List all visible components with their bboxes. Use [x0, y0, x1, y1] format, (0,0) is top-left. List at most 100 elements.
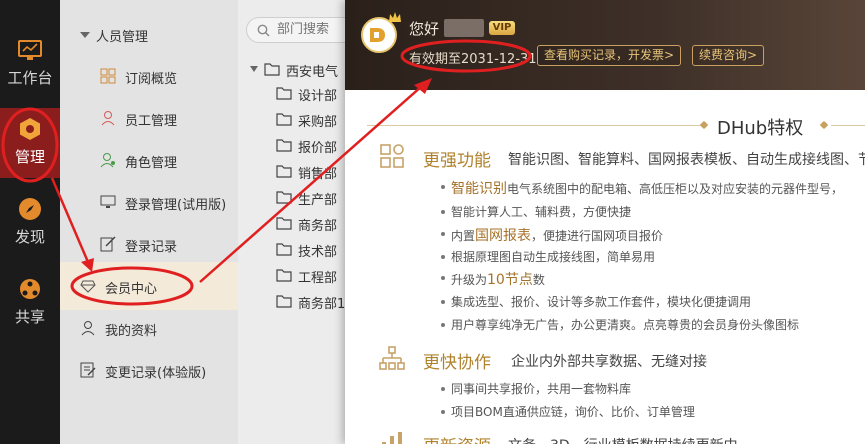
folder-icon [276, 139, 292, 152]
tree-node-label: 商务部 [298, 219, 338, 234]
grid-icon [100, 68, 116, 84]
management-submenu: 人员管理 订阅概览 员工管理 角色管理 登录管理(试用版) 登录记录 会员中心 … [60, 0, 238, 444]
nav-share-label: 共享 [14, 308, 45, 326]
bullet-text: 数 [532, 273, 545, 287]
menu-item-employees[interactable]: 员工管理 [100, 106, 230, 132]
user-icon [101, 111, 115, 126]
feature-bullet: 用户尊享纯净无广告，办公更清爽。点亮尊贵的会员身份头像图标 [440, 316, 800, 333]
section-description: 智能识图、智能算料、国网报表模板、自动生成接线图、节 [508, 152, 865, 168]
membership-expiry: 有效期至2031-12-31 [409, 52, 537, 67]
tree-node[interactable]: 工程部 [276, 266, 350, 286]
feature-bullet: 智能计算人工、辅料费，方便快捷 [440, 203, 632, 220]
feature-bullet: 智能识别电气系统图中的配电箱、高低压柜以及对应安装的元器件型号， [440, 178, 844, 198]
folder-icon [276, 269, 292, 282]
feature-grid-icon [380, 144, 404, 168]
feature-bullet: 根据原理图自动生成接线图，简单易用 [440, 248, 656, 265]
tree-node[interactable]: 商务部 [276, 214, 350, 234]
nav-manage-label: 管理 [14, 148, 45, 166]
hexagon-settings-icon [20, 118, 40, 140]
monitor-icon [100, 195, 116, 208]
department-search-box[interactable] [246, 17, 350, 43]
tree-node[interactable]: 商务部1 [276, 292, 350, 312]
menu-item-label: 订阅概览 [125, 72, 178, 87]
bullet-text: 项目BOM直通供应链，询价、比价、订单管理 [451, 405, 695, 419]
bullet-text: 电气系统图中的配电箱、高低压柜以及对应安装的元器件型号， [507, 182, 844, 196]
redacted-username [444, 19, 484, 37]
bullet-text: ，便捷进行国网项目报价 [531, 229, 664, 243]
member-header: 您好 VIP 有效期至2031-12-31 查看购买记录，开发票> 续费咨询> [345, 0, 865, 90]
menu-item-login-manage[interactable]: 登录管理(试用版) [100, 190, 238, 216]
privilege-title-row: DHub特权 [345, 112, 865, 139]
tree-root[interactable]: 西安电气 [250, 60, 350, 80]
folder-icon [276, 191, 292, 204]
tree-node-label: 技术部 [298, 245, 338, 260]
tree-node-label: 报价部 [298, 141, 338, 156]
bullet-highlight: 智能识别 [451, 181, 507, 197]
bullet-text: 集成选型、报价、设计等多款工作套件，模块化便捷调用 [451, 295, 752, 309]
tree-node[interactable]: 技术部 [276, 240, 350, 260]
divider [367, 125, 703, 126]
role-icon [100, 153, 115, 168]
department-search-input[interactable] [277, 22, 350, 37]
tree-node-label: 销售部 [298, 167, 338, 182]
menu-item-my-profile[interactable]: 我的资料 [80, 316, 230, 342]
vip-badge: VIP [489, 21, 515, 35]
folder-icon [276, 295, 292, 308]
folder-icon [264, 63, 280, 76]
tree-node-label: 设计部 [298, 89, 338, 104]
search-icon [257, 24, 270, 37]
folder-icon [276, 165, 292, 178]
divider [831, 125, 865, 126]
bullet-text: 用户尊享纯净无广告，办公更清爽。点亮尊贵的会员身份头像图标 [451, 318, 800, 332]
menu-item-member-center[interactable]: 会员中心 [80, 274, 230, 300]
compass-icon [19, 198, 41, 220]
divider-ornament [699, 120, 709, 130]
renewal-consult-button[interactable]: 续费咨询> [692, 45, 765, 66]
collab-bullet: 同事间共享报价，共用一套物料库 [440, 380, 632, 397]
menu-item-login-records[interactable]: 登录记录 [100, 232, 230, 258]
nav-manage[interactable]: 管理 [0, 108, 60, 178]
nav-discover[interactable]: 发现 [0, 192, 60, 262]
menu-item-change-log[interactable]: 变更记录(体验版) [80, 358, 238, 384]
diamond-icon [80, 280, 96, 293]
tree-node-label: 商务部1 [298, 297, 346, 312]
chevron-down-icon [80, 32, 90, 38]
bullet-prefix: 内置 [451, 229, 476, 243]
bar-chart-icon [382, 432, 402, 444]
user-icon [81, 321, 95, 336]
tree-node[interactable]: 销售部 [276, 162, 350, 182]
divider-ornament [819, 120, 829, 130]
bullet-text: 同事间共享报价，共用一套物料库 [451, 382, 632, 396]
menu-item-label: 登录管理(试用版) [125, 198, 227, 213]
org-chart-icon [379, 346, 405, 370]
menu-item-roles[interactable]: 角色管理 [100, 148, 230, 174]
bullet-text: 智能计算人工、辅料费，方便快捷 [451, 205, 632, 219]
tree-node[interactable]: 设计部 [276, 84, 350, 104]
bullet-text: 根据原理图自动生成接线图，简单易用 [451, 250, 656, 264]
member-center-popup: 您好 VIP 有效期至2031-12-31 查看购买记录，开发票> 续费咨询> … [345, 0, 865, 444]
tree-node[interactable]: 采购部 [276, 110, 350, 130]
tree-node[interactable]: 报价部 [276, 136, 350, 156]
menu-item-subscription[interactable]: 订阅概览 [100, 64, 230, 90]
menu-group-personnel[interactable]: 人员管理 [80, 22, 230, 48]
department-tree-panel: 西安电气 设计部 采购部 报价部 销售部 生产部 商务部 技术部 工程部 商务部… [238, 0, 350, 444]
bullet-highlight: 国网报表 [475, 228, 532, 244]
edit-icon [100, 236, 116, 252]
tree-node-label: 生产部 [298, 193, 338, 208]
privilege-title: DHub特权 [717, 118, 804, 139]
avatar [361, 17, 397, 53]
menu-item-label: 会员中心 [105, 282, 158, 297]
tree-node[interactable]: 生产部 [276, 188, 350, 208]
section-description: 文务、3D、行业模板数据持续更新中 [508, 435, 738, 444]
greeting-text: 您好 [409, 20, 440, 38]
section-title: 更强功能 [423, 151, 491, 171]
nav-workbench[interactable]: 工作台 [0, 33, 60, 103]
purchase-history-button[interactable]: 查看购买记录，开发票> [537, 45, 682, 66]
bullet-prefix: 升级为 [451, 273, 488, 287]
nav-share[interactable]: 共享 [0, 272, 60, 342]
menu-item-label: 登录记录 [125, 240, 178, 255]
menu-group-label: 人员管理 [96, 30, 149, 45]
collab-bullet: 项目BOM直通供应链，询价、比价、订单管理 [441, 403, 695, 420]
bullet-highlight: 10节点 [487, 272, 533, 288]
tree-node-label: 采购部 [298, 115, 338, 130]
